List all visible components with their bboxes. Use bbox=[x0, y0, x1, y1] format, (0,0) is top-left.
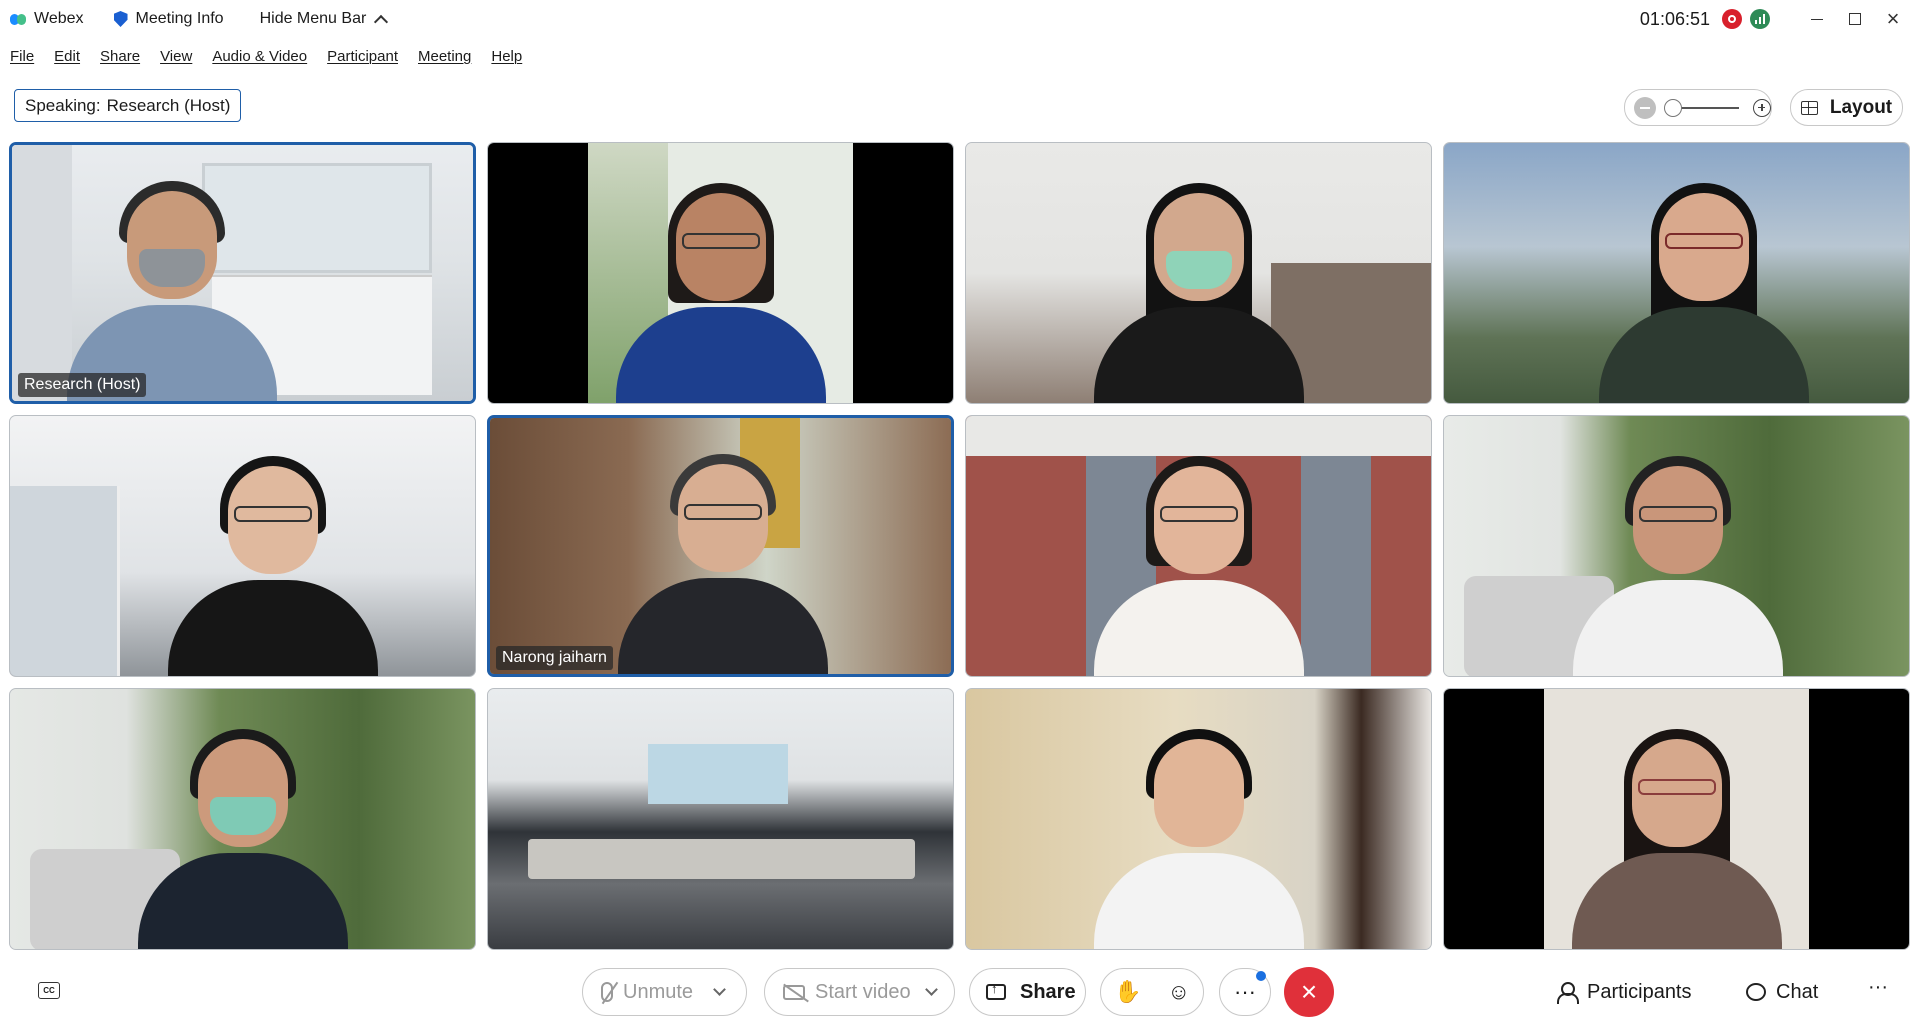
share-label: Share bbox=[1020, 980, 1076, 1003]
zoom-out-icon[interactable] bbox=[1634, 96, 1656, 119]
end-call-button[interactable]: × bbox=[1284, 967, 1334, 1017]
participant-name-label: Narong jaiharn bbox=[496, 646, 613, 670]
chevron-down-icon[interactable] bbox=[713, 982, 726, 996]
notification-dot bbox=[1256, 971, 1266, 981]
grid-layout-icon bbox=[1800, 100, 1818, 115]
layout-button[interactable]: Layout bbox=[1790, 89, 1903, 126]
video-tile[interactable] bbox=[1443, 142, 1910, 404]
chat-bubble-icon bbox=[1746, 983, 1766, 1001]
menu-help[interactable]: Help bbox=[491, 48, 522, 65]
chat-label: Chat bbox=[1776, 980, 1819, 1003]
meeting-timer: 01:06:51 bbox=[1639, 8, 1710, 29]
speaking-indicator: Speaking: Research (Host) bbox=[14, 89, 242, 122]
video-tile[interactable] bbox=[1443, 415, 1910, 677]
reactions-icon[interactable]: ☺ bbox=[1168, 979, 1190, 1005]
menu-file[interactable]: File bbox=[10, 48, 34, 65]
start-video-label: Start video bbox=[815, 980, 911, 1003]
more-icon: ··· bbox=[1234, 979, 1256, 1004]
video-tile[interactable]: Narong jaiharn bbox=[487, 415, 954, 677]
video-tile[interactable] bbox=[9, 688, 476, 950]
share-button[interactable]: Share bbox=[969, 968, 1086, 1016]
hide-menu-bar-button[interactable]: Hide Menu Bar bbox=[260, 0, 367, 38]
participants-button[interactable]: Participants bbox=[1557, 976, 1692, 1008]
network-status-icon[interactable] bbox=[1750, 9, 1770, 29]
unmute-button[interactable]: Unmute bbox=[582, 968, 747, 1016]
layout-label: Layout bbox=[1829, 96, 1893, 118]
speaking-name: Research (Host) bbox=[106, 95, 231, 115]
menu-meeting[interactable]: Meeting bbox=[418, 48, 471, 65]
video-tile[interactable] bbox=[487, 688, 954, 950]
shield-icon[interactable] bbox=[113, 11, 128, 27]
zoom-slider-thumb[interactable] bbox=[1663, 98, 1682, 117]
raise-hand-icon[interactable]: ✋ bbox=[1114, 979, 1141, 1005]
close-icon: × bbox=[1300, 976, 1318, 1007]
more-options-button[interactable]: ··· bbox=[1219, 968, 1271, 1016]
zoom-slider[interactable] bbox=[1663, 98, 1740, 117]
menu-participant[interactable]: Participant bbox=[327, 48, 398, 65]
video-tile[interactable] bbox=[487, 142, 954, 404]
video-grid: Research (Host) Narong jaiharn bbox=[9, 142, 1912, 950]
meeting-info-button[interactable]: Meeting Info bbox=[136, 0, 224, 38]
app-name: Webex bbox=[34, 10, 84, 27]
chevron-up-icon[interactable] bbox=[374, 14, 389, 30]
video-tile[interactable] bbox=[965, 142, 1432, 404]
meeting-toolbar: CC Unmute Start video Share ✋ ☺ ··· × Pa… bbox=[0, 960, 1920, 1020]
menu-bar: File Edit Share View Audio & Video Parti… bbox=[0, 44, 532, 68]
share-screen-icon bbox=[986, 981, 1006, 1000]
participants-label: Participants bbox=[1587, 980, 1692, 1003]
video-tile[interactable] bbox=[1443, 688, 1910, 950]
zoom-in-icon[interactable] bbox=[1753, 98, 1771, 117]
video-tile[interactable] bbox=[965, 415, 1432, 677]
zoom-control bbox=[1624, 89, 1772, 126]
participants-icon bbox=[1557, 982, 1579, 1004]
title-bar: Webex Meeting Info Hide Menu Bar 01:06:5… bbox=[0, 0, 1920, 38]
speaking-label: Speaking: bbox=[25, 95, 101, 115]
microphone-muted-icon bbox=[601, 982, 613, 1002]
start-video-button[interactable]: Start video bbox=[764, 968, 955, 1016]
close-window-button[interactable]: × bbox=[1874, 0, 1912, 38]
video-tile[interactable]: Research (Host) bbox=[9, 142, 476, 404]
closed-captions-icon[interactable]: CC bbox=[38, 982, 60, 999]
menu-share[interactable]: Share bbox=[100, 48, 140, 65]
menu-audio-video[interactable]: Audio & Video bbox=[212, 48, 307, 65]
unmute-label: Unmute bbox=[623, 980, 694, 1003]
minimize-button[interactable] bbox=[1798, 0, 1836, 38]
webex-logo-icon bbox=[10, 12, 28, 26]
recording-icon[interactable] bbox=[1722, 9, 1742, 29]
menu-view[interactable]: View bbox=[160, 48, 192, 65]
restore-button[interactable] bbox=[1836, 0, 1874, 38]
raise-hand-button[interactable]: ✋ ☺ bbox=[1100, 968, 1204, 1016]
camera-off-icon bbox=[783, 984, 805, 1000]
chat-button[interactable]: Chat bbox=[1746, 976, 1818, 1008]
menu-edit[interactable]: Edit bbox=[54, 48, 80, 65]
participant-name-label: Research (Host) bbox=[18, 373, 147, 397]
video-tile[interactable] bbox=[965, 688, 1432, 950]
chevron-down-icon[interactable] bbox=[924, 982, 938, 996]
more-options-icon[interactable]: ··· bbox=[1868, 976, 1888, 999]
video-tile[interactable] bbox=[9, 415, 476, 677]
